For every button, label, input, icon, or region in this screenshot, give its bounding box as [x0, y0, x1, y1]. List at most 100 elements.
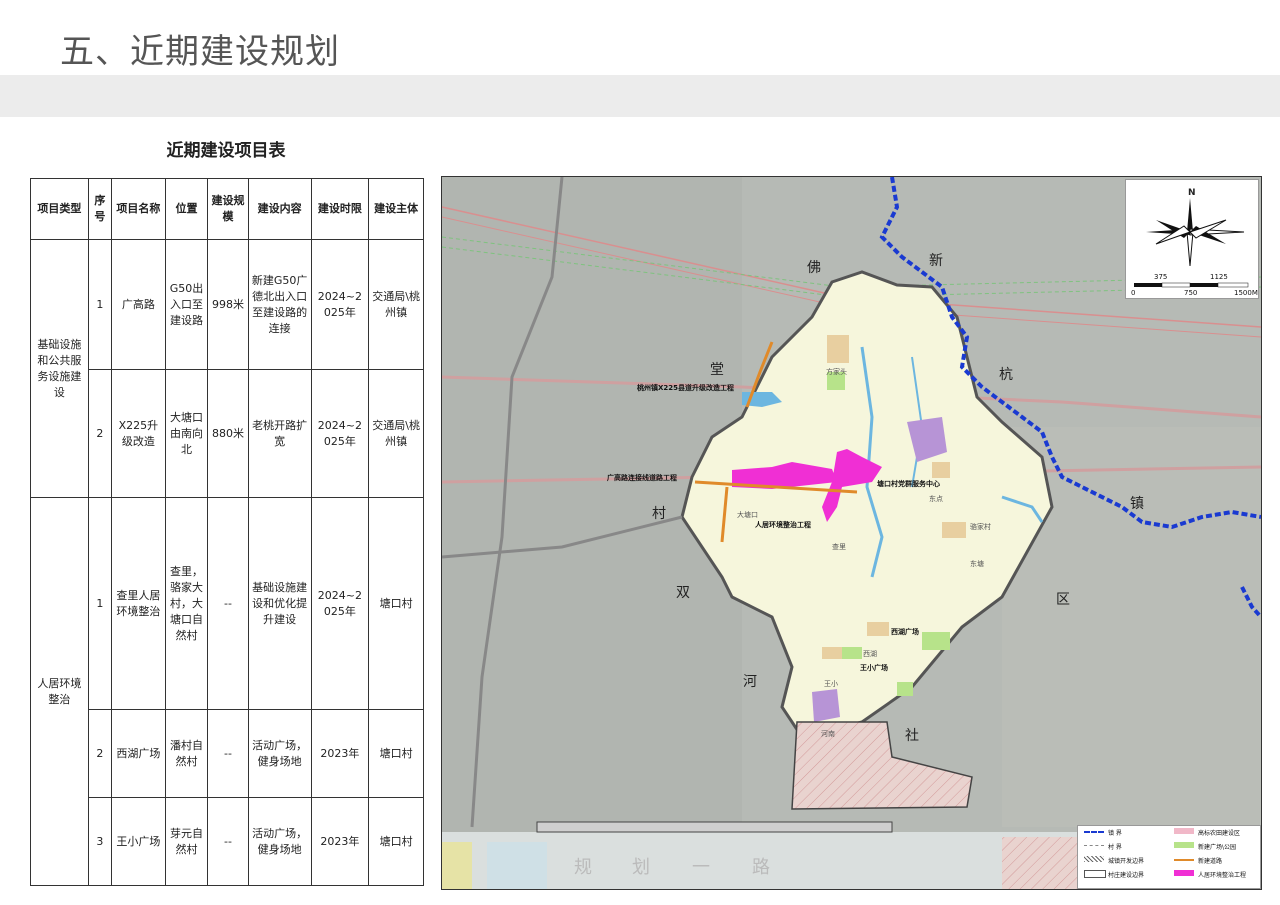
village-label: 东塘 — [970, 560, 984, 568]
village-label: 东点 — [929, 495, 943, 503]
project-type-cell: 基础设施和公共服务设施建设 — [30, 239, 89, 498]
region-label: 杭 — [999, 367, 1013, 383]
table-header: 项目类型 — [30, 178, 89, 240]
table-header: 建设时限 — [310, 178, 370, 240]
table-cell: 880米 — [207, 369, 249, 498]
village-label: 王小 — [824, 680, 838, 688]
dev-boundary-swatch — [1084, 856, 1104, 862]
legend-label: 新建广场\公园 — [1198, 844, 1237, 851]
region-label: 镇 — [1130, 496, 1144, 512]
project-label-guanggao: 广高路连接线道路工程 — [607, 474, 677, 482]
legend-label: 村 界 — [1108, 844, 1122, 851]
table-cell: 1 — [87, 239, 113, 370]
region-label: 区 — [1056, 592, 1070, 608]
village-construction-swatch — [1084, 870, 1106, 878]
project-label-x225: 桃州镇X225县道升级改造工程 — [637, 384, 735, 392]
table-cell: 基础设施建设和优化提升建设 — [247, 497, 312, 710]
table-cell: 2024~2025年 — [310, 497, 370, 710]
table-header: 位置 — [164, 178, 209, 240]
table-cell: 2 — [87, 369, 113, 498]
table-cell: 2024~2025年 — [310, 369, 370, 498]
road-name-char: 路 — [752, 857, 770, 878]
table-cell: -- — [207, 497, 249, 710]
title-band — [0, 75, 1280, 117]
map-legend: 镇 界 高标农田建设区 村 界 新建广场\公园 城镇开发边界 新建道路 村庄建设… — [1077, 825, 1261, 889]
env-swatch — [1174, 870, 1194, 876]
table-cell: 大塘口由南向北 — [164, 369, 209, 498]
table-header: 项目名称 — [111, 178, 166, 240]
park-swatch — [1174, 842, 1194, 848]
legend-label: 高标农田建设区 — [1198, 830, 1241, 837]
road-name-char: 一 — [692, 857, 710, 878]
table-row: 基础设施和公共服务设施建设 1 广高路 G50出入口至建设路 998米 新建G5… — [30, 239, 424, 498]
village-label: 西湖 — [863, 650, 877, 658]
table-cell: 交通局\桃州镇 — [368, 239, 424, 370]
table-cell: 潘村自然村 — [164, 709, 209, 798]
table-cell: 1 — [87, 497, 113, 710]
table-cell: 王小广场 — [111, 797, 166, 886]
table-cell: 老桃开路扩宽 — [247, 369, 312, 498]
compass-scale-box: N 375 1125 0 750 1500M — [1125, 179, 1259, 299]
project-table: 项目类型 序号 项目名称 位置 建设规模 建设内容 建设时限 建设主体 基础设施… — [30, 178, 424, 886]
table-header: 建设内容 — [247, 178, 312, 240]
scale-tick-label: 0 — [1131, 289, 1136, 297]
table-cell: 塘口村 — [368, 709, 424, 798]
scale-tick-label: 375 — [1154, 273, 1168, 281]
legend-label: 城镇开发边界 — [1108, 858, 1145, 865]
table-title: 近期建设项目表 — [166, 141, 286, 161]
compass-rose-icon — [1134, 198, 1249, 288]
table-cell: X225升级改造 — [111, 369, 166, 498]
table-cell: 活动广场，健身场地 — [247, 709, 312, 798]
table-cell: 交通局\桃州镇 — [368, 369, 424, 498]
planning-map: 佛 堂 村 双 河 社 新 杭 镇 区 桃州镇X225县道升级改造工程 广高路连… — [441, 176, 1262, 890]
project-type-cell: 人居环境整治 — [30, 497, 89, 886]
village-label: 查里 — [832, 543, 846, 551]
region-label: 社 — [905, 728, 919, 744]
table-cell: -- — [207, 709, 249, 798]
legend-label: 新建道路 — [1198, 858, 1223, 865]
table-cell: 塘口村 — [368, 797, 424, 886]
village-label: 方家头 — [826, 368, 847, 376]
table-cell: 2023年 — [310, 709, 370, 798]
table-cell: 2023年 — [310, 797, 370, 886]
table-cell: 查里，骆家大村，大塘口自然村 — [164, 497, 209, 710]
table-cell: 998米 — [207, 239, 249, 370]
table-header: 建设规模 — [207, 178, 249, 240]
table-cell: 2 — [87, 709, 113, 798]
village-label: 骆家村 — [970, 523, 991, 531]
project-label-party-center: 塘口村党群服务中心 — [877, 480, 940, 488]
new-road-swatch — [1174, 859, 1194, 861]
legend-label: 人居环境整治工程 — [1198, 872, 1247, 879]
region-label: 新 — [929, 253, 943, 269]
town-boundary-swatch — [1084, 831, 1104, 833]
table-cell: 塘口村 — [368, 497, 424, 710]
project-label-wangxiao: 王小广场 — [860, 664, 888, 672]
table-row: 2 西湖广场 潘村自然村 -- 活动广场，健身场地 2023年 塘口村 — [31, 709, 424, 798]
scale-tick-label: 1125 — [1210, 273, 1228, 281]
table-cell: 西湖广场 — [111, 709, 166, 798]
table-cell: 芽元自然村 — [164, 797, 209, 886]
table-row: 3 王小广场 芽元自然村 -- 活动广场，健身场地 2023年 塘口村 — [31, 797, 424, 886]
region-label: 佛 — [807, 260, 821, 276]
region-label: 双 — [676, 585, 690, 601]
region-label: 河 — [743, 674, 757, 690]
road-name-char: 划 — [632, 857, 650, 878]
table-cell: -- — [207, 797, 249, 886]
table-header: 序号 — [87, 178, 113, 240]
legend-label: 村庄建设边界 — [1108, 872, 1145, 879]
road-name-char: 规 — [574, 857, 592, 878]
table-cell: 2024~2025年 — [310, 239, 370, 370]
table-cell: 查里人居环境整治 — [111, 497, 166, 710]
table-row: 2 X225升级改造 大塘口由南向北 880米 老桃开路扩宽 2024~2025… — [31, 369, 424, 498]
region-label: 堂 — [710, 362, 724, 378]
table-header-row: 项目类型 序号 项目名称 位置 建设规模 建设内容 建设时限 建设主体 — [30, 178, 424, 240]
project-label-env: 人居环境整治工程 — [755, 521, 811, 529]
table-cell: G50出入口至建设路 — [164, 239, 209, 370]
table-row: 人居环境整治 1 查里人居环境整治 查里，骆家大村，大塘口自然村 -- 基础设施… — [30, 497, 424, 886]
scale-tick-label: 750 — [1184, 289, 1198, 297]
region-label: 村 — [652, 506, 666, 522]
page-title: 五、近期建设规划 — [60, 32, 340, 72]
residential-block — [827, 335, 849, 363]
village-boundary-swatch — [1084, 845, 1104, 846]
table-cell: 3 — [87, 797, 113, 886]
